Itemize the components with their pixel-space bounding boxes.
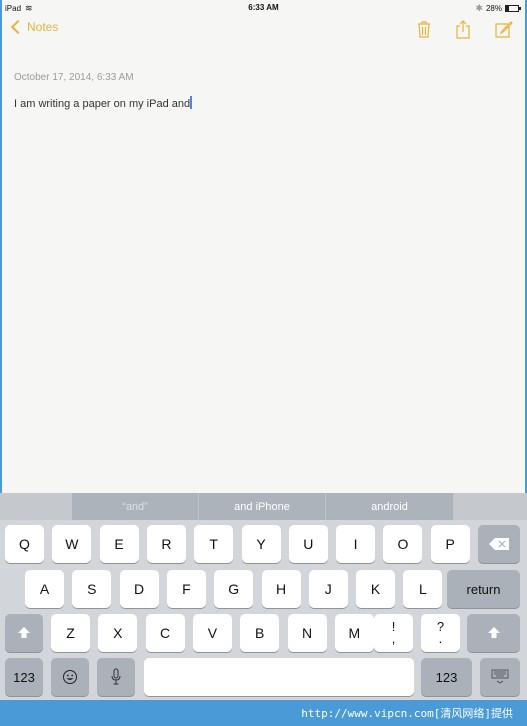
note-text-area[interactable]: I am writing a paper on my iPad and bbox=[14, 96, 192, 110]
key-v[interactable]: V bbox=[192, 614, 232, 652]
key-y[interactable]: Y bbox=[241, 525, 281, 563]
nav-bar: Notes bbox=[2, 16, 525, 46]
shift-key-left[interactable] bbox=[5, 614, 43, 652]
status-bar: iPad ≋ 6:33 AM ✱ 28% bbox=[2, 0, 525, 16]
numbers-key-left[interactable]: 123 bbox=[5, 658, 43, 696]
suggestion-item[interactable]: and iPhone bbox=[199, 493, 326, 520]
key-q[interactable]: Q bbox=[5, 525, 44, 563]
emoji-key[interactable] bbox=[51, 658, 89, 696]
backspace-icon bbox=[489, 538, 509, 550]
trash-icon[interactable] bbox=[414, 19, 434, 39]
shift-key-right[interactable] bbox=[467, 614, 520, 652]
punct-bottom: , bbox=[391, 631, 396, 646]
return-key[interactable]: return bbox=[447, 570, 520, 608]
key-w[interactable]: W bbox=[52, 525, 92, 563]
key-c[interactable]: C bbox=[145, 614, 185, 652]
status-time: 6:33 AM bbox=[248, 3, 279, 12]
key-x[interactable]: X bbox=[98, 614, 138, 652]
key-p[interactable]: P bbox=[430, 525, 470, 563]
emoji-icon bbox=[63, 670, 77, 684]
key-i[interactable]: I bbox=[336, 525, 376, 563]
key-j[interactable]: J bbox=[308, 570, 348, 608]
key-s[interactable]: S bbox=[72, 570, 112, 608]
key-k[interactable]: K bbox=[356, 570, 396, 608]
back-label: Notes bbox=[27, 20, 59, 34]
key-a[interactable]: A bbox=[25, 570, 64, 608]
bluetooth-icon: ✱ bbox=[475, 3, 483, 13]
key-u[interactable]: U bbox=[288, 525, 328, 563]
microphone-key[interactable] bbox=[97, 658, 135, 696]
battery-percent: 28% bbox=[485, 4, 502, 13]
chevron-left-icon bbox=[10, 19, 26, 35]
dismiss-keyboard-key[interactable] bbox=[480, 658, 520, 696]
key-l[interactable]: L bbox=[403, 570, 443, 608]
shift-icon bbox=[487, 627, 500, 638]
microphone-icon bbox=[111, 668, 121, 685]
delete-key[interactable] bbox=[478, 525, 520, 563]
key-z[interactable]: Z bbox=[51, 614, 90, 652]
note-text: I am writing a paper on my iPad and bbox=[14, 98, 191, 110]
back-button[interactable]: Notes bbox=[10, 19, 59, 35]
suggestion-item[interactable]: “and” bbox=[72, 493, 199, 520]
key-question-period[interactable]: ?. bbox=[421, 614, 460, 652]
key-t[interactable]: T bbox=[194, 525, 234, 563]
punct-bottom: . bbox=[438, 631, 443, 646]
space-bar[interactable] bbox=[144, 658, 414, 696]
compose-icon[interactable] bbox=[494, 19, 514, 39]
key-g[interactable]: G bbox=[214, 570, 254, 608]
note-date: October 17, 2014, 6:33 AM bbox=[14, 72, 134, 83]
key-r[interactable]: R bbox=[146, 525, 186, 563]
suggestion-item[interactable]: android bbox=[326, 493, 454, 520]
keyboard: “and” and iPhone android QWERTYUIOP ASDFG… bbox=[0, 493, 527, 700]
key-o[interactable]: O bbox=[383, 525, 423, 563]
shift-icon bbox=[18, 627, 30, 638]
battery-icon bbox=[505, 5, 521, 12]
watermark-footer: http://www.vipcn.com[清风网络]提供 bbox=[0, 700, 527, 726]
key-m[interactable]: M bbox=[334, 614, 374, 652]
share-icon[interactable] bbox=[453, 19, 473, 39]
text-cursor bbox=[190, 96, 192, 109]
key-exclamation-comma[interactable]: !, bbox=[374, 614, 413, 652]
key-h[interactable]: H bbox=[261, 570, 301, 608]
keyboard-dismiss-icon bbox=[491, 669, 509, 684]
key-e[interactable]: E bbox=[99, 525, 139, 563]
key-b[interactable]: B bbox=[240, 614, 280, 652]
numbers-key-right[interactable]: 123 bbox=[421, 658, 472, 696]
key-f[interactable]: F bbox=[166, 570, 206, 608]
key-n[interactable]: N bbox=[287, 614, 327, 652]
suggestion-bar: “and” and iPhone android bbox=[0, 493, 527, 520]
key-d[interactable]: D bbox=[119, 570, 159, 608]
